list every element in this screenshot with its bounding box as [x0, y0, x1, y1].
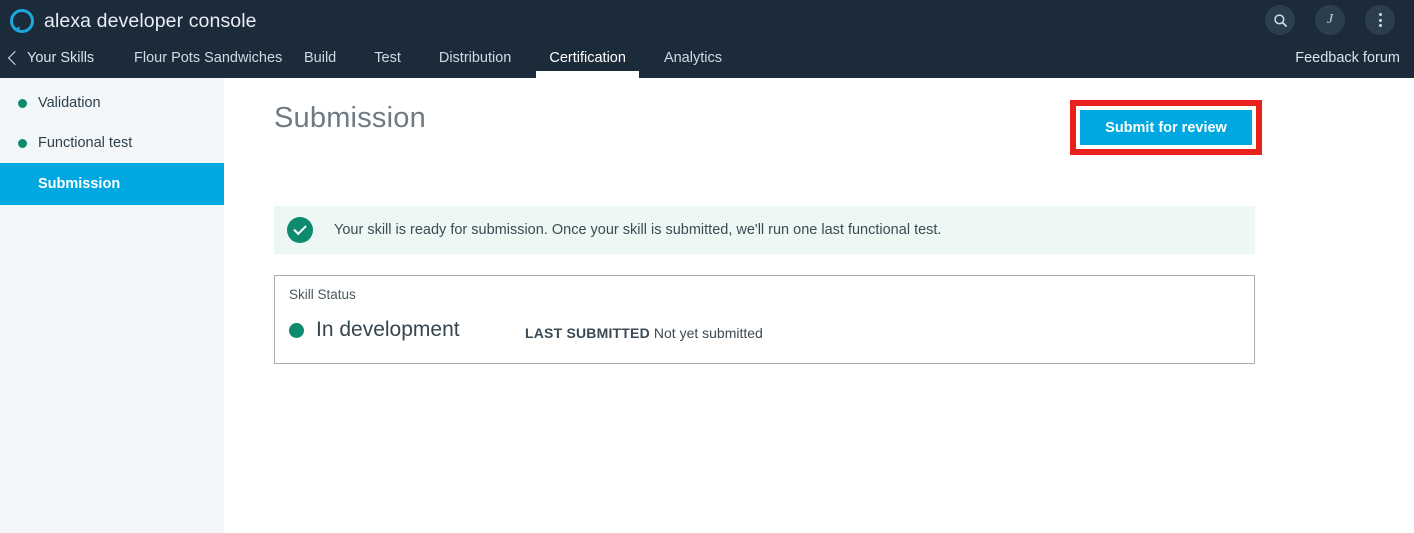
skill-name-link[interactable]: Flour Pots Sandwiches	[134, 38, 282, 78]
vertical-dots-icon	[1378, 13, 1382, 27]
chevron-left-icon	[7, 50, 23, 66]
check-mark-glyph	[293, 222, 307, 236]
sidebar-item-submission[interactable]: Submission	[0, 163, 224, 205]
skill-status-row: In development	[289, 318, 460, 342]
alexa-ring-icon	[10, 9, 34, 33]
status-dot-icon	[289, 322, 304, 338]
sidebar: Validation Functional test Submission	[0, 78, 224, 533]
sidebar-item-functional-test[interactable]: Functional test	[0, 123, 224, 163]
search-icon	[1273, 13, 1287, 27]
status-badge: In development	[316, 318, 460, 341]
tab-certification[interactable]: Certification	[530, 38, 645, 78]
nav-row: Your Skills Flour Pots Sandwiches Build …	[0, 38, 1414, 78]
status-dot-icon	[18, 98, 27, 108]
submit-for-review-button[interactable]: Submit for review	[1080, 110, 1252, 145]
tab-test[interactable]: Test	[355, 38, 420, 78]
search-button[interactable]	[1265, 5, 1295, 35]
skill-status-title: Skill Status	[289, 287, 356, 302]
submit-button-highlight: Submit for review	[1070, 100, 1262, 155]
app-root: alexa developer console Your Skills Flou…	[0, 0, 1414, 533]
success-banner-message: Your skill is ready for submission. Once…	[334, 222, 942, 238]
tab-build[interactable]: Build	[285, 38, 355, 78]
status-dot-icon	[18, 138, 27, 148]
feedback-forum-link[interactable]: Feedback forum	[1295, 38, 1400, 78]
back-link-label: Your Skills	[27, 50, 95, 66]
last-submitted: LAST SUBMITTED Not yet submitted	[525, 325, 763, 341]
tab-distribution[interactable]: Distribution	[420, 38, 531, 78]
tab-analytics[interactable]: Analytics	[645, 38, 741, 78]
main-tabs: Build Test Distribution Certification An…	[285, 38, 741, 78]
back-to-your-skills-link[interactable]: Your Skills	[7, 38, 95, 78]
last-submitted-value: Not yet submitted	[653, 325, 763, 341]
success-banner: Your skill is ready for submission. Once…	[274, 206, 1255, 254]
sidebar-item-label: Submission	[38, 176, 121, 192]
avatar[interactable]: J	[1315, 5, 1345, 35]
sidebar-item-label: Functional test	[38, 135, 133, 151]
brand-title: alexa developer console	[44, 9, 257, 32]
brand[interactable]: alexa developer console	[8, 4, 257, 38]
avatar-letter: J	[1326, 12, 1334, 27]
last-submitted-label: LAST SUBMITTED	[525, 325, 650, 341]
more-menu-button[interactable]	[1365, 5, 1395, 35]
top-header: alexa developer console Your Skills Flou…	[0, 0, 1414, 78]
sidebar-item-validation[interactable]: Validation	[0, 83, 224, 123]
main-content: Submission Submit for review Your skill …	[224, 78, 1414, 533]
skill-status-card: Skill Status In development LAST SUBMITT…	[274, 275, 1255, 364]
check-circle-icon	[287, 217, 313, 243]
sidebar-item-label: Validation	[38, 95, 101, 111]
page-title: Submission	[274, 102, 426, 134]
